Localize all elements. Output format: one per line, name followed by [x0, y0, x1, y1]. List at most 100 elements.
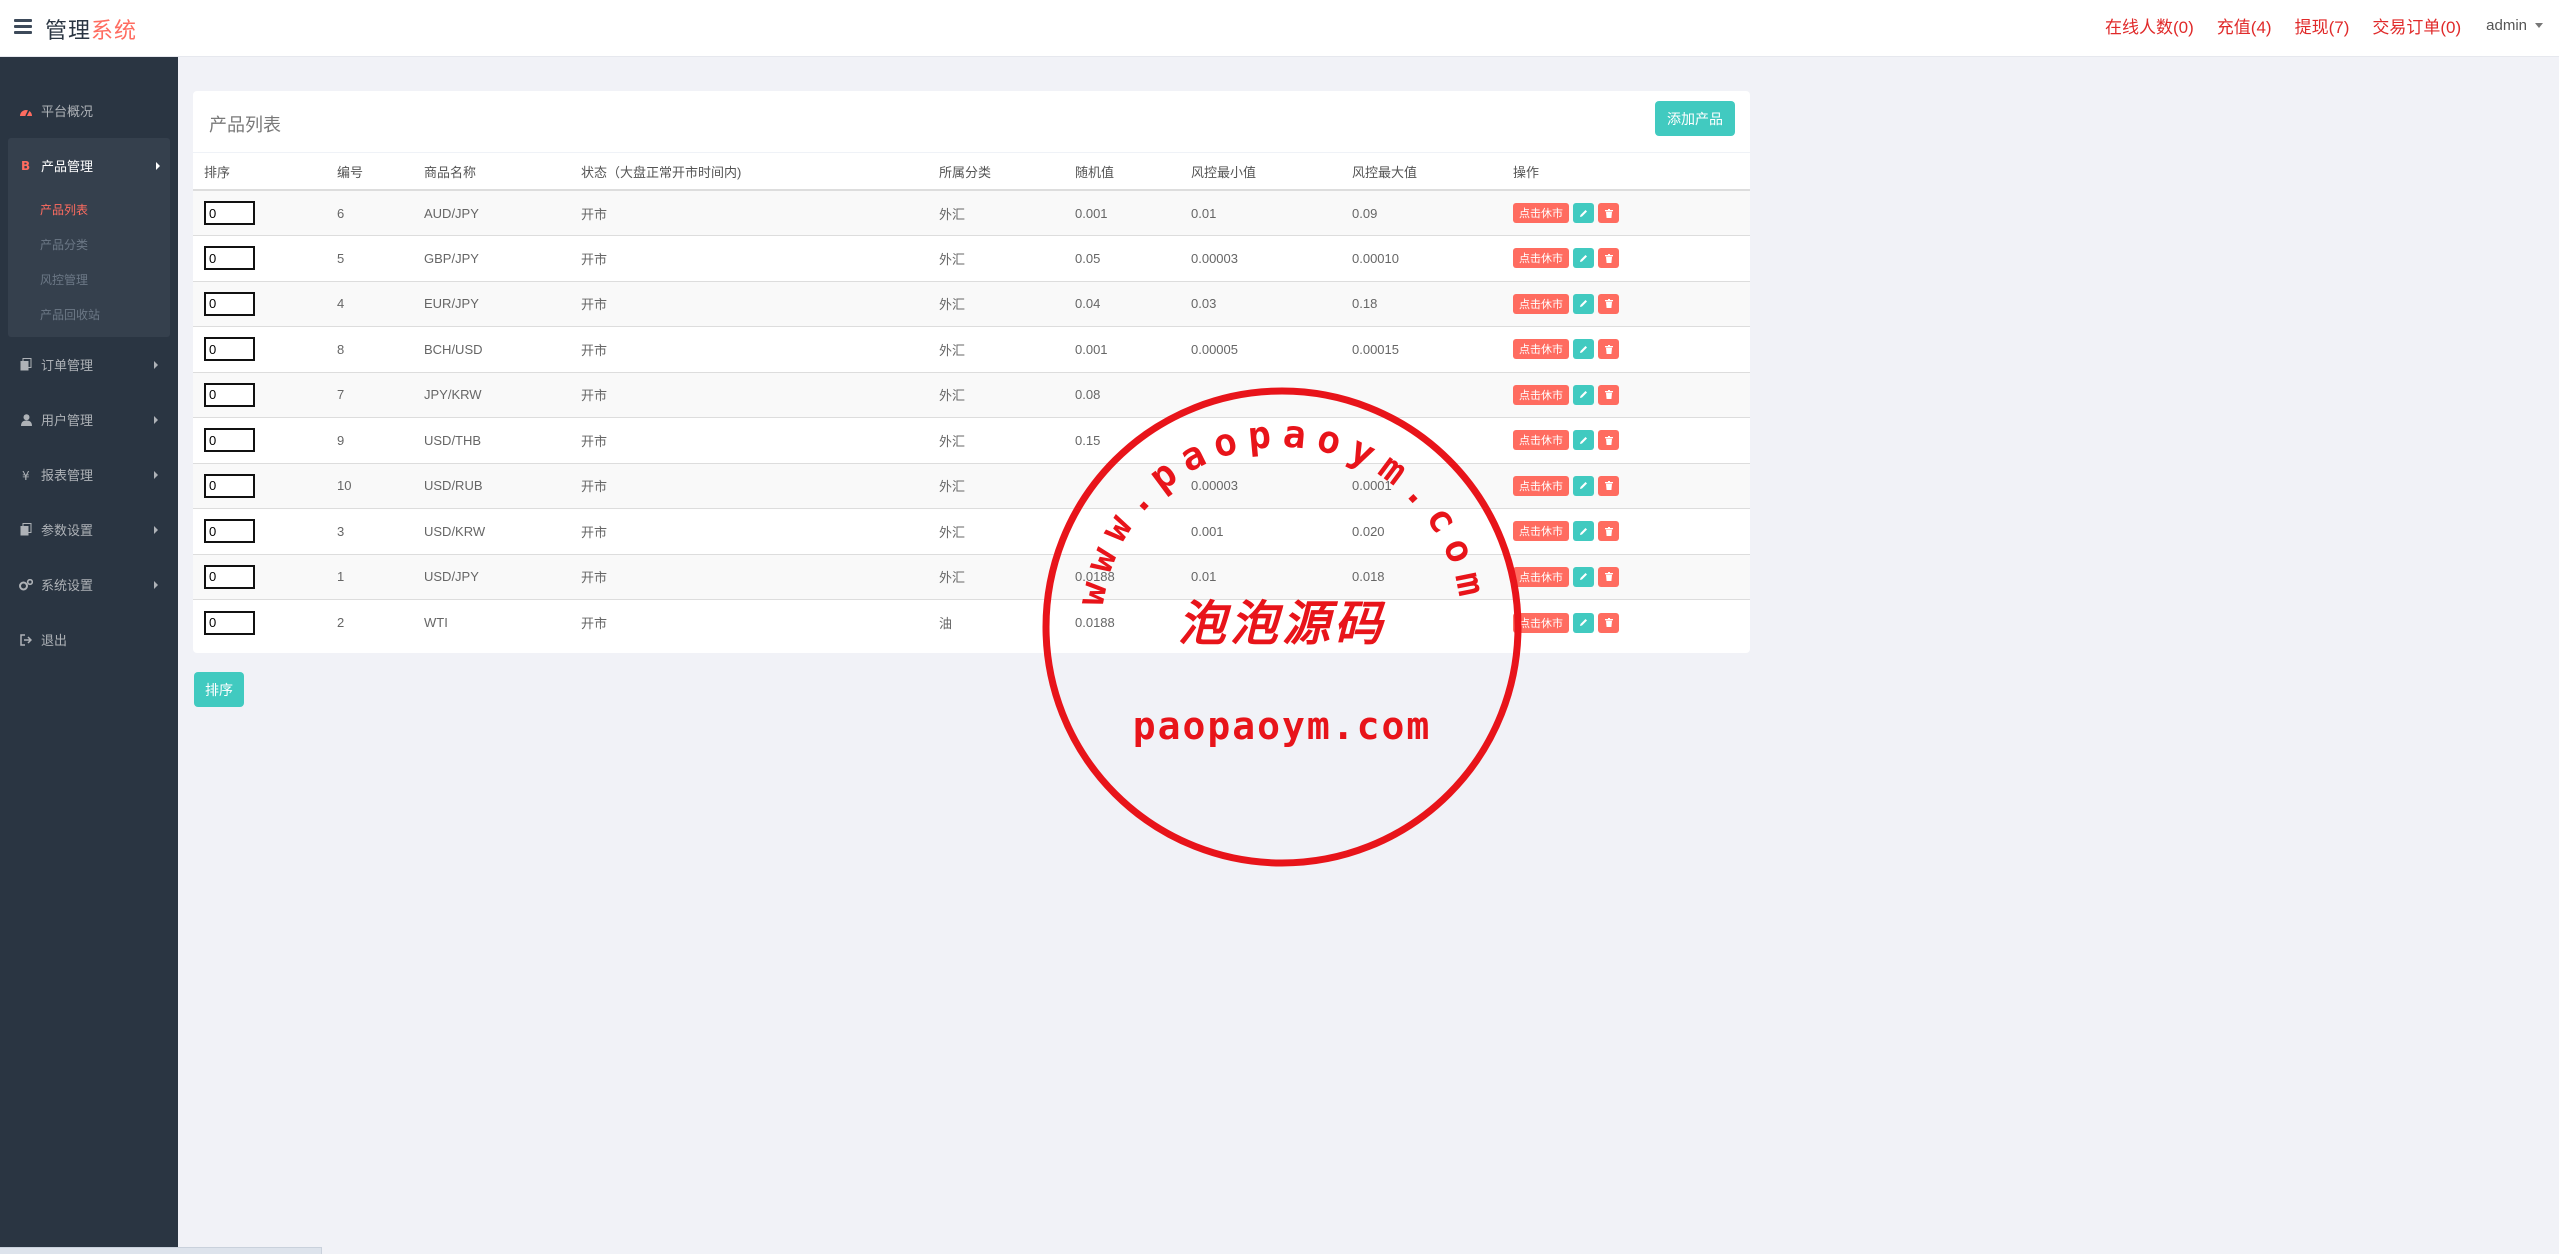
product-name-cell: USD/JPY [413, 553, 570, 600]
id-cell: 4 [326, 280, 413, 327]
close-market-button[interactable]: 点击休市 [1513, 430, 1569, 451]
close-market-button[interactable]: 点击休市 [1513, 384, 1569, 405]
sort-order-input[interactable] [204, 337, 255, 362]
sidebar: 平台概况 B 产品管理 产品列表 产品分类 风控管理 产品回收站 订单管理 用户… [0, 57, 178, 1254]
sort-cell [193, 508, 326, 554]
column-header: 所属分类 [928, 153, 1064, 191]
sidebar-item-params[interactable]: 参数设置 [0, 502, 178, 557]
copy-icon [18, 357, 34, 373]
username: admin [2486, 17, 2527, 34]
risk-max-cell: 0.018 [1341, 553, 1502, 600]
close-market-button[interactable]: 点击休市 [1513, 248, 1569, 269]
pencil-icon [1580, 300, 1587, 308]
chevron-right-icon [154, 470, 158, 479]
trade-orders-link[interactable]: 交易订单(0) [2372, 13, 2461, 38]
recharge-link[interactable]: 充值(4) [2217, 13, 2272, 38]
edit-button[interactable] [1573, 293, 1594, 314]
sidebar-item-users[interactable]: 用户管理 [0, 392, 178, 447]
product-name-cell: GBP/JPY [413, 235, 570, 281]
sort-order-input[interactable] [204, 519, 255, 544]
sort-order-input[interactable] [204, 246, 255, 271]
delete-button[interactable] [1598, 248, 1619, 269]
chevron-right-icon [154, 525, 158, 534]
trash-icon [1604, 481, 1613, 491]
actions-cell: 点击休市 [1502, 508, 1750, 554]
sidebar-item-system[interactable]: 系统设置 [0, 557, 178, 612]
random-value-cell: 0.05 [1064, 235, 1180, 281]
edit-button[interactable] [1573, 521, 1594, 542]
user-menu[interactable]: admin [2486, 17, 2543, 34]
sidebar-item-label: 用户管理 [41, 413, 94, 428]
online-users-link[interactable]: 在线人数(0) [2105, 13, 2194, 38]
delete-button[interactable] [1598, 612, 1619, 633]
random-value-cell: 0.08 [1064, 371, 1180, 418]
sort-submit-button[interactable]: 排序 [194, 672, 244, 707]
edit-button[interactable] [1573, 612, 1594, 633]
delete-button[interactable] [1598, 566, 1619, 587]
close-market-button[interactable]: 点击休市 [1513, 203, 1569, 223]
sidebar-subitem-product-list[interactable]: 产品列表 [8, 193, 170, 228]
delete-button[interactable] [1598, 203, 1619, 223]
risk-max-cell [1341, 371, 1502, 418]
sort-order-input[interactable] [204, 291, 255, 316]
edit-button[interactable] [1573, 475, 1594, 496]
sidebar-subitem-product-category[interactable]: 产品分类 [8, 228, 170, 263]
actions-cell: 点击休市 [1502, 371, 1750, 418]
close-market-button[interactable]: 点击休市 [1513, 566, 1569, 587]
risk-min-cell: 0.00003 [1180, 235, 1341, 281]
close-market-button[interactable]: 点击休市 [1513, 612, 1569, 633]
column-header: 排序 [193, 153, 326, 191]
edit-button[interactable] [1573, 248, 1594, 269]
risk-max-cell: 0.00010 [1341, 235, 1502, 281]
category-cell: 外汇 [928, 280, 1064, 327]
delete-button[interactable] [1598, 521, 1619, 542]
sort-order-input[interactable] [204, 473, 255, 498]
table-row: 4EUR/JPY开市外汇0.040.030.18 点击休市 [193, 280, 1750, 327]
sidebar-item-label: 订单管理 [41, 358, 94, 373]
panel-header: 产品列表 添加产品 [193, 91, 1750, 153]
chevron-right-icon [154, 360, 158, 369]
edit-button[interactable] [1573, 430, 1594, 451]
close-market-button[interactable]: 点击休市 [1513, 475, 1569, 496]
edit-button[interactable] [1573, 203, 1594, 223]
delete-button[interactable] [1598, 339, 1619, 360]
sort-order-input[interactable] [204, 201, 255, 225]
delete-button[interactable] [1598, 293, 1619, 314]
withdraw-link[interactable]: 提现(7) [2295, 13, 2350, 38]
sort-cell [193, 189, 326, 236]
edit-button[interactable] [1573, 566, 1594, 587]
id-cell: 7 [326, 371, 413, 418]
sort-order-input[interactable] [204, 610, 255, 635]
sidebar-item-reports[interactable]: ¥ 报表管理 [0, 447, 178, 502]
sidebar-subitem-risk-control[interactable]: 风控管理 [8, 263, 170, 298]
actions-cell: 点击休市 [1502, 417, 1750, 463]
delete-button[interactable] [1598, 430, 1619, 451]
edit-button[interactable] [1573, 339, 1594, 360]
close-market-button[interactable]: 点击休市 [1513, 293, 1569, 314]
sort-order-input[interactable] [204, 428, 255, 453]
sidebar-item-orders[interactable]: 订单管理 [0, 337, 178, 392]
delete-button[interactable] [1598, 384, 1619, 405]
close-market-button[interactable]: 点击休市 [1513, 521, 1569, 542]
sidebar-subitem-recycle-bin[interactable]: 产品回收站 [8, 298, 170, 333]
edit-button[interactable] [1573, 384, 1594, 405]
status-cell: 开市 [570, 417, 928, 463]
sidebar-item-logout[interactable]: 退出 [0, 612, 178, 667]
actions-cell: 点击休市 [1502, 326, 1750, 372]
table-row: 8BCH/USD开市外汇0.0010.000050.00015 点击休市 [193, 326, 1750, 372]
table-row: 6AUD/JPY开市外汇0.0010.010.09 点击休市 [193, 189, 1750, 236]
id-cell: 2 [326, 599, 413, 645]
sidebar-item-label: 系统设置 [41, 578, 94, 593]
copy-icon [18, 522, 34, 538]
close-market-button[interactable]: 点击休市 [1513, 339, 1569, 360]
delete-button[interactable] [1598, 475, 1619, 496]
trash-icon [1604, 390, 1613, 400]
chevron-right-icon [154, 415, 158, 424]
sidebar-item-dashboard[interactable]: 平台概况 [0, 83, 178, 138]
sort-order-input[interactable] [204, 382, 255, 407]
menu-toggle-icon[interactable] [14, 19, 32, 35]
sort-order-input[interactable] [204, 564, 255, 589]
add-product-button[interactable]: 添加产品 [1655, 101, 1735, 136]
column-header: 风控最大值 [1341, 153, 1502, 191]
sidebar-item-products[interactable]: B 产品管理 [8, 138, 170, 193]
